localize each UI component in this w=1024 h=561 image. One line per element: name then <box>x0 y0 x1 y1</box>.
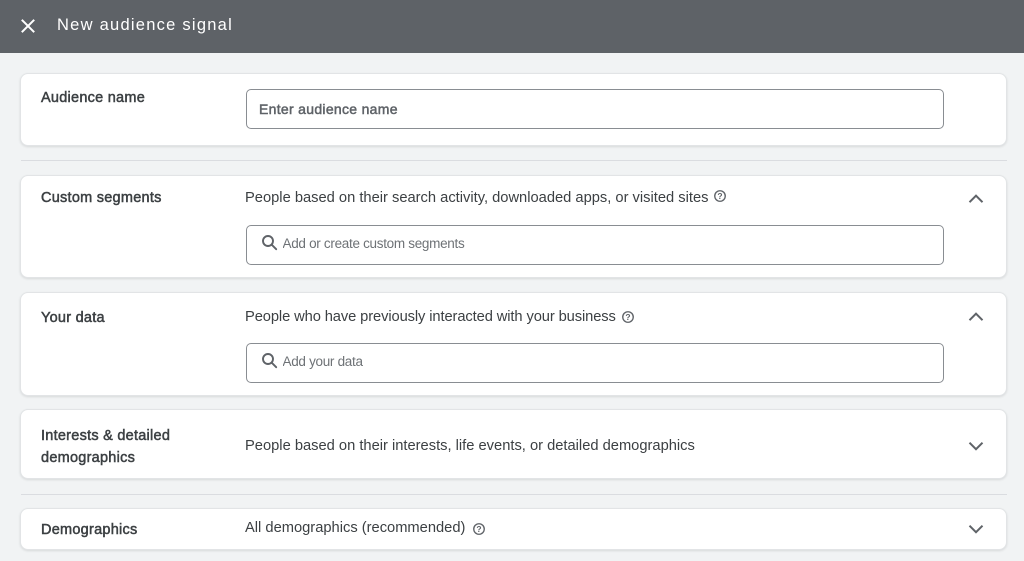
svg-text:?: ? <box>625 312 630 322</box>
svg-text:?: ? <box>717 191 722 201</box>
svg-text:?: ? <box>476 524 481 534</box>
